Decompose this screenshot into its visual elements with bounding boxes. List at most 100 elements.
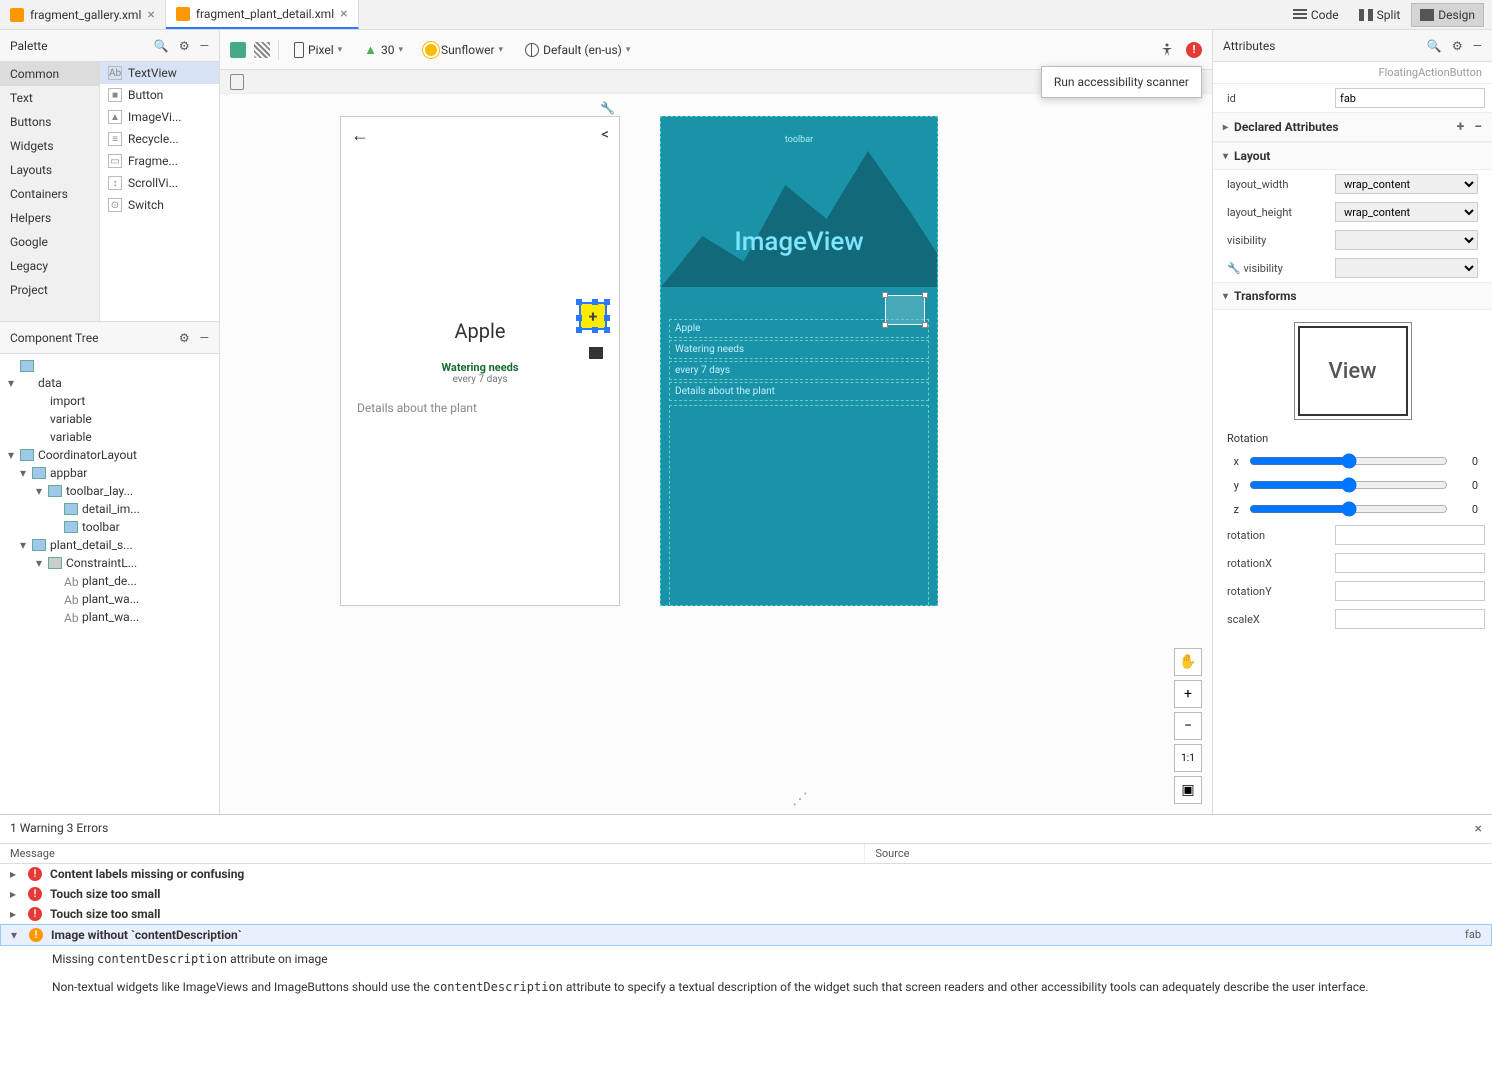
palette-cat-legacy[interactable]: Legacy: [0, 254, 99, 278]
palette-item-textview[interactable]: AbTextView: [100, 62, 219, 84]
tree-node[interactable]: detail_im...: [0, 500, 219, 518]
close-icon[interactable]: ×: [340, 6, 347, 22]
blueprint-title-row: Apple: [669, 319, 929, 338]
zoom-out-button[interactable]: −: [1174, 712, 1202, 740]
palette-cat-google[interactable]: Google: [0, 230, 99, 254]
palette-item-switch[interactable]: ⊙Switch: [100, 194, 219, 216]
rotation-y-slider[interactable]: [1249, 477, 1448, 493]
palette-cat-text[interactable]: Text: [0, 86, 99, 110]
rotationx-input[interactable]: [1335, 553, 1485, 573]
scalex-input[interactable]: [1335, 609, 1485, 629]
add-icon[interactable]: +: [1457, 119, 1465, 135]
close-icon[interactable]: ×: [147, 7, 154, 23]
view-mode-split[interactable]: Split: [1350, 3, 1410, 27]
blueprint-preview[interactable]: 🔧 toolbar ImageView Apple Watering needs…: [660, 116, 938, 606]
tree-node[interactable]: variable: [0, 410, 219, 428]
tab-gallery[interactable]: fragment_gallery.xml ×: [0, 0, 166, 29]
fab-selected[interactable]: +: [579, 302, 607, 330]
tab-plant-detail[interactable]: fragment_plant_detail.xml ×: [166, 0, 359, 29]
layout-height-select[interactable]: wrap_content: [1335, 202, 1478, 222]
gear-icon[interactable]: ⚙: [179, 331, 190, 345]
palette-item-imageview[interactable]: ▲ImageVi...: [100, 106, 219, 128]
zoom-fit-button[interactable]: ▣: [1174, 776, 1202, 804]
xml-icon: [10, 8, 24, 22]
tree-node[interactable]: [0, 358, 219, 374]
pan-button[interactable]: ✋: [1174, 648, 1202, 676]
palette-cat-project[interactable]: Project: [0, 278, 99, 302]
tree-node[interactable]: ▾CoordinatorLayout: [0, 446, 219, 464]
plant-details: Details about the plant: [357, 401, 603, 415]
theme-picker[interactable]: Sunflower▾: [418, 40, 510, 60]
tree-node[interactable]: import: [0, 392, 219, 410]
tree-node[interactable]: ▾toolbar_lay...: [0, 482, 219, 500]
view-mode-switcher: Code Split Design: [1284, 0, 1492, 29]
search-icon[interactable]: 🔍: [1427, 39, 1442, 53]
locale-picker[interactable]: Default (en-us)▾: [518, 40, 637, 60]
palette-cat-layouts[interactable]: Layouts: [0, 158, 99, 182]
palette-cat-common[interactable]: Common: [0, 62, 99, 86]
wrench-icon[interactable]: 🔧: [600, 101, 615, 115]
gallery-icon[interactable]: [589, 347, 603, 359]
palette-item-scrollview[interactable]: ↕ScrollVi...: [100, 172, 219, 194]
view-mode-code[interactable]: Code: [1284, 3, 1348, 27]
gear-icon[interactable]: ⚙: [1452, 39, 1463, 53]
id-input[interactable]: [1335, 88, 1485, 108]
zoom-in-button[interactable]: +: [1174, 680, 1202, 708]
palette-cat-containers[interactable]: Containers: [0, 182, 99, 206]
minimize-icon[interactable]: —: [200, 331, 209, 345]
palette-item-fragment[interactable]: ▭Fragme...: [100, 150, 219, 172]
rotation-input[interactable]: [1335, 525, 1485, 545]
tree-node[interactable]: ▾plant_detail_s...: [0, 536, 219, 554]
palette-cat-widgets[interactable]: Widgets: [0, 134, 99, 158]
surface-select-icon[interactable]: [230, 42, 246, 58]
tree-node[interactable]: ▾ConstraintL...: [0, 554, 219, 572]
view-mode-design[interactable]: Design: [1411, 3, 1484, 27]
visibility-select[interactable]: [1335, 230, 1478, 250]
palette-item-recycler[interactable]: ≡Recycle...: [100, 128, 219, 150]
error-badge-icon[interactable]: !: [1186, 42, 1202, 58]
issue-row[interactable]: ▸!Touch size too small: [0, 904, 1492, 924]
close-icon[interactable]: ×: [1475, 821, 1482, 837]
accessibility-tooltip: Run accessibility scanner: [1041, 66, 1202, 98]
layout-width-select[interactable]: wrap_content: [1335, 174, 1478, 194]
declared-attrs-header[interactable]: ▸Declared Attributes +−: [1213, 112, 1492, 142]
palette-cat-helpers[interactable]: Helpers: [0, 206, 99, 230]
tree-node[interactable]: Abplant_wa...: [0, 608, 219, 626]
issue-row[interactable]: ▸!Content labels missing or confusing: [0, 864, 1492, 884]
zoom-reset-button[interactable]: 1:1: [1174, 744, 1202, 772]
blueprint-toggle-icon[interactable]: [254, 42, 270, 58]
minimize-icon[interactable]: —: [200, 39, 209, 53]
issue-row[interactable]: ▸!Touch size too small: [0, 884, 1492, 904]
issue-row[interactable]: ▾!Image without `contentDescription`fab: [0, 924, 1492, 946]
tree-node[interactable]: variable: [0, 428, 219, 446]
gear-icon[interactable]: ⚙: [179, 39, 190, 53]
tools-visibility-select[interactable]: [1335, 258, 1478, 278]
rotationy-input[interactable]: [1335, 581, 1485, 601]
tree-node[interactable]: ▾data: [0, 374, 219, 392]
orientation-icon[interactable]: [230, 74, 244, 90]
palette-cat-buttons[interactable]: Buttons: [0, 110, 99, 134]
accessibility-scanner-button[interactable]: [1156, 39, 1178, 61]
xml-icon: [176, 7, 190, 21]
remove-icon[interactable]: −: [1474, 119, 1482, 135]
tree-node[interactable]: toolbar: [0, 518, 219, 536]
design-preview[interactable]: 🔧 ← < Apple Watering needs every 7 days …: [340, 116, 620, 606]
rotation-z-slider[interactable]: [1249, 501, 1448, 517]
transforms-header[interactable]: ▾Transforms: [1213, 282, 1492, 310]
layout-section-header[interactable]: ▾Layout: [1213, 142, 1492, 170]
search-icon[interactable]: 🔍: [154, 39, 169, 53]
back-icon[interactable]: ←: [351, 125, 369, 146]
api-picker[interactable]: ▲ 30▾: [357, 39, 410, 61]
tools-visibility-label: 🔧 visibility: [1227, 262, 1327, 275]
rotation-x-slider[interactable]: [1249, 453, 1448, 469]
tree-node[interactable]: Abplant_de...: [0, 572, 219, 590]
resize-grip-icon[interactable]: ⋰: [792, 789, 808, 808]
device-picker[interactable]: Pixel▾: [287, 39, 349, 61]
share-icon[interactable]: <: [601, 125, 609, 146]
palette-item-button[interactable]: ■Button: [100, 84, 219, 106]
minimize-icon[interactable]: —: [1473, 39, 1482, 53]
tree-node[interactable]: Abplant_wa...: [0, 590, 219, 608]
tree-node[interactable]: ▾appbar: [0, 464, 219, 482]
design-canvas[interactable]: 🔧 ← < Apple Watering needs every 7 days …: [220, 94, 1212, 814]
palette-header: Palette 🔍 ⚙ —: [0, 30, 219, 62]
